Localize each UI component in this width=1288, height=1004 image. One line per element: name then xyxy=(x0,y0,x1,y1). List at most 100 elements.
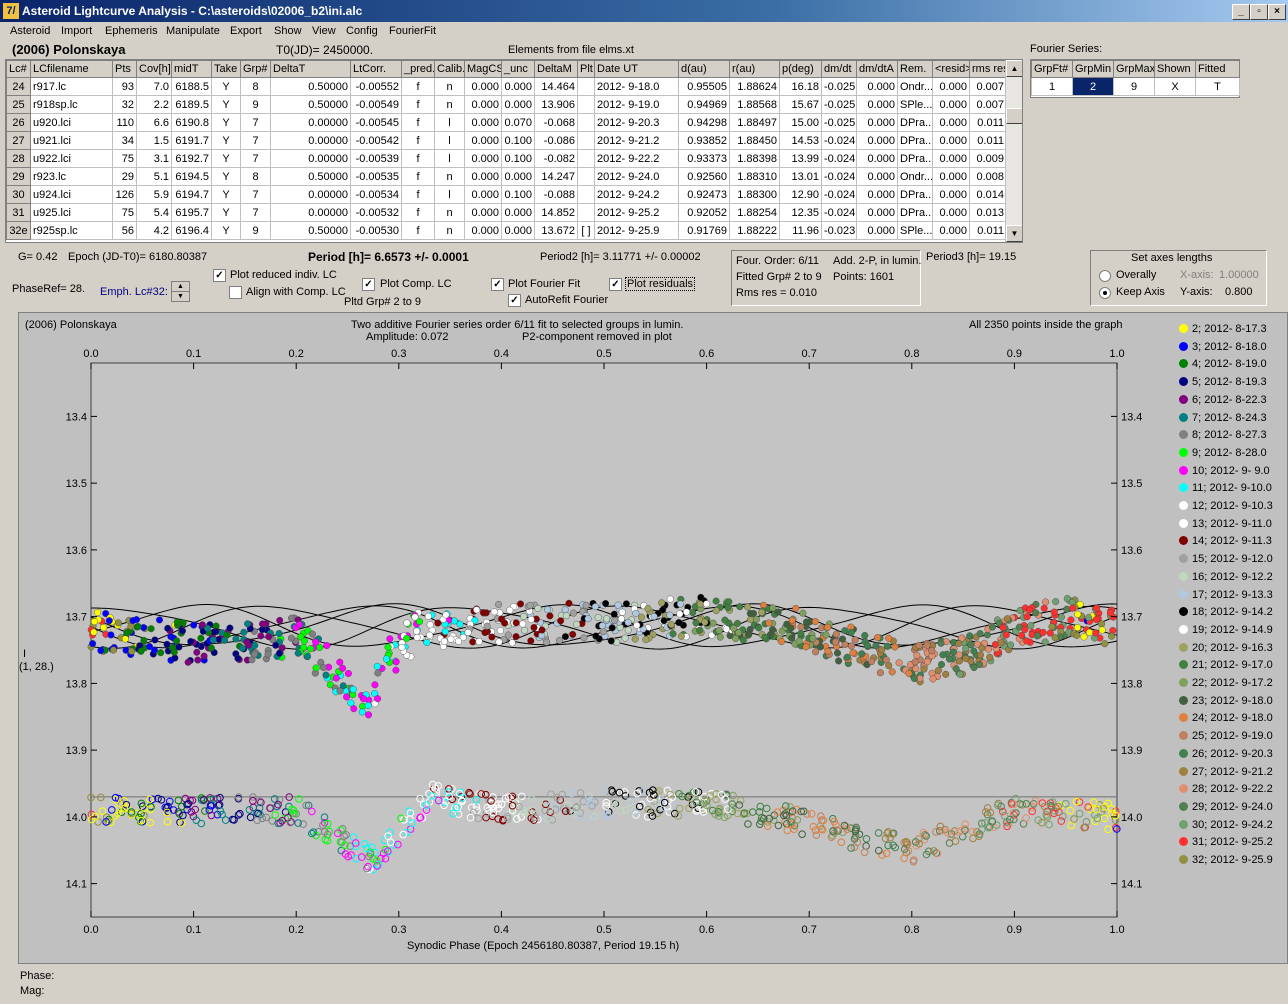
table-cell[interactable]: -0.086 xyxy=(534,131,578,150)
fourier-cell[interactable]: 2 xyxy=(1072,77,1114,96)
table-cell[interactable]: -0.00534 xyxy=(350,185,402,204)
table-cell[interactable]: 0.011 xyxy=(969,131,1007,150)
column-header[interactable]: d(au) xyxy=(678,60,730,78)
table-cell[interactable]: n xyxy=(434,167,465,186)
table-cell[interactable]: 0.000 xyxy=(856,185,898,204)
emph-spinner[interactable]: ▲ ▼ xyxy=(171,281,190,302)
table-cell[interactable]: 14.464 xyxy=(534,77,578,96)
table-cell[interactable]: 6191.7 xyxy=(171,131,212,150)
scroll-up-icon[interactable]: ▲ xyxy=(1006,60,1022,77)
table-cell[interactable]: 0.92560 xyxy=(678,167,730,186)
table-cell[interactable]: 7 xyxy=(240,185,271,204)
table-cell[interactable]: 7 xyxy=(240,149,271,168)
table-cell[interactable]: n xyxy=(434,77,465,96)
table-cell[interactable]: 0.100 xyxy=(501,149,535,168)
table-row[interactable]: 24 r917.lc 93 7.0 6188.5 Y 8 0.50000 -0.00552 f n 0… xyxy=(6,77,1007,96)
table-cell[interactable]: n xyxy=(434,221,465,240)
table-cell[interactable]: l xyxy=(434,149,465,168)
table-cell[interactable]: r918sp.lc xyxy=(30,95,113,114)
table-row[interactable]: 32e r925sp.lc 56 4.2 6196.4 Y 9 0.50000 -0.00530… xyxy=(6,221,1007,240)
table-cell[interactable]: 9 xyxy=(240,95,271,114)
table-cell[interactable]: -0.024 xyxy=(821,185,857,204)
table-cell[interactable]: -0.068 xyxy=(534,113,578,132)
table-cell[interactable]: 0.000 xyxy=(856,221,898,240)
column-header[interactable]: <resid> xyxy=(932,60,970,78)
table-cell[interactable]: 5.4 xyxy=(136,203,172,222)
table-cell[interactable]: 1.88222 xyxy=(729,221,780,240)
table-cell[interactable]: 29 xyxy=(112,167,137,186)
table-cell[interactable]: u922.lci xyxy=(30,149,113,168)
table-cell[interactable]: 14.247 xyxy=(534,167,578,186)
column-header[interactable]: Plt xyxy=(577,60,595,78)
table-row[interactable]: 30 u924.lci 126 5.9 6194.7 Y 7 0.00000 -0.00534 f… xyxy=(6,185,1007,204)
table-cell[interactable]: 11.96 xyxy=(779,221,822,240)
plot-comp-checkbox[interactable]: ✓ xyxy=(362,278,375,291)
table-cell[interactable]: 13.906 xyxy=(534,95,578,114)
menu-fourierfit[interactable]: FourierFit xyxy=(389,25,436,37)
table-cell[interactable]: 2012- 9-20.3 xyxy=(594,113,679,132)
table-cell[interactable]: [ ] xyxy=(577,221,595,240)
plot-fourier-checkbox[interactable]: ✓ xyxy=(491,278,504,291)
table-cell[interactable]: Y xyxy=(211,149,241,168)
table-cell[interactable]: 0.00000 xyxy=(270,149,351,168)
table-cell[interactable]: 0.014 xyxy=(969,185,1007,204)
column-header[interactable]: midT xyxy=(171,60,212,78)
table-cell[interactable]: 0.000 xyxy=(464,203,502,222)
plot-reduced-checkbox[interactable]: ✓ xyxy=(213,269,226,282)
table-cell[interactable] xyxy=(577,77,595,96)
table-cell[interactable]: 8 xyxy=(240,77,271,96)
table-cell[interactable]: 0.000 xyxy=(932,149,970,168)
table-cell[interactable]: 0.93373 xyxy=(678,149,730,168)
table-cell[interactable]: 7 xyxy=(240,131,271,150)
column-header[interactable]: DeltaT xyxy=(270,60,351,78)
spin-down-icon[interactable]: ▼ xyxy=(172,292,189,301)
table-cell[interactable]: SPle... xyxy=(897,221,933,240)
table-cell[interactable]: 0.000 xyxy=(501,95,535,114)
table-row[interactable]: 25 r918sp.lc 32 2.2 6189.5 Y 9 0.50000 -0.00549 f… xyxy=(6,95,1007,114)
align-comp-checkbox[interactable] xyxy=(229,286,242,299)
table-cell[interactable]: 16.18 xyxy=(779,77,822,96)
plot-residuals-checkbox[interactable]: ✓ xyxy=(609,278,622,291)
table-cell[interactable]: 75 xyxy=(112,149,137,168)
table-cell[interactable]: 0.000 xyxy=(856,95,898,114)
table-cell[interactable]: SPle... xyxy=(897,95,933,114)
table-cell[interactable]: 2012- 9-22.2 xyxy=(594,149,679,168)
table-cell[interactable]: 0.00000 xyxy=(270,131,351,150)
column-header[interactable]: MagCS xyxy=(464,60,502,78)
row-header[interactable]: 30 xyxy=(6,185,31,204)
table-cell[interactable]: -0.023 xyxy=(821,221,857,240)
table-cell[interactable]: -0.025 xyxy=(821,77,857,96)
table-cell[interactable]: l xyxy=(434,185,465,204)
menu-asteroid[interactable]: Asteroid xyxy=(10,25,50,37)
table-cell[interactable]: 32 xyxy=(112,95,137,114)
table-cell[interactable]: f xyxy=(401,185,435,204)
table-cell[interactable]: 34 xyxy=(112,131,137,150)
table-cell[interactable]: -0.00552 xyxy=(350,77,402,96)
table-cell[interactable]: 12.35 xyxy=(779,203,822,222)
column-header[interactable]: _unc xyxy=(501,60,535,78)
table-cell[interactable]: 0.000 xyxy=(464,131,502,150)
table-cell[interactable]: 0.000 xyxy=(932,113,970,132)
table-cell[interactable]: Y xyxy=(211,95,241,114)
table-cell[interactable]: 6188.5 xyxy=(171,77,212,96)
table-cell[interactable]: u920.lci xyxy=(30,113,113,132)
table-cell[interactable]: -0.00539 xyxy=(350,149,402,168)
table-cell[interactable]: 0.00000 xyxy=(270,203,351,222)
table-cell[interactable]: -0.024 xyxy=(821,149,857,168)
table-cell[interactable]: 8 xyxy=(240,167,271,186)
row-header[interactable]: 28 xyxy=(6,149,31,168)
table-cell[interactable]: 126 xyxy=(112,185,137,204)
column-header[interactable]: LtCorr. xyxy=(350,60,402,78)
table-cell[interactable]: 0.011 xyxy=(969,221,1007,240)
fourier-cell[interactable]: T xyxy=(1195,77,1240,96)
fourier-column-header[interactable]: GrpFt# xyxy=(1031,60,1073,78)
table-cell[interactable]: 93 xyxy=(112,77,137,96)
table-cell[interactable]: DPra... xyxy=(897,113,933,132)
table-cell[interactable]: 4.2 xyxy=(136,221,172,240)
table-cell[interactable]: 0.011 xyxy=(969,113,1007,132)
table-cell[interactable]: 0.93852 xyxy=(678,131,730,150)
column-header[interactable]: Calib. xyxy=(434,60,465,78)
table-cell[interactable]: 13.99 xyxy=(779,149,822,168)
autorefit-checkbox[interactable]: ✓ xyxy=(508,294,521,307)
table-cell[interactable]: 6194.7 xyxy=(171,185,212,204)
